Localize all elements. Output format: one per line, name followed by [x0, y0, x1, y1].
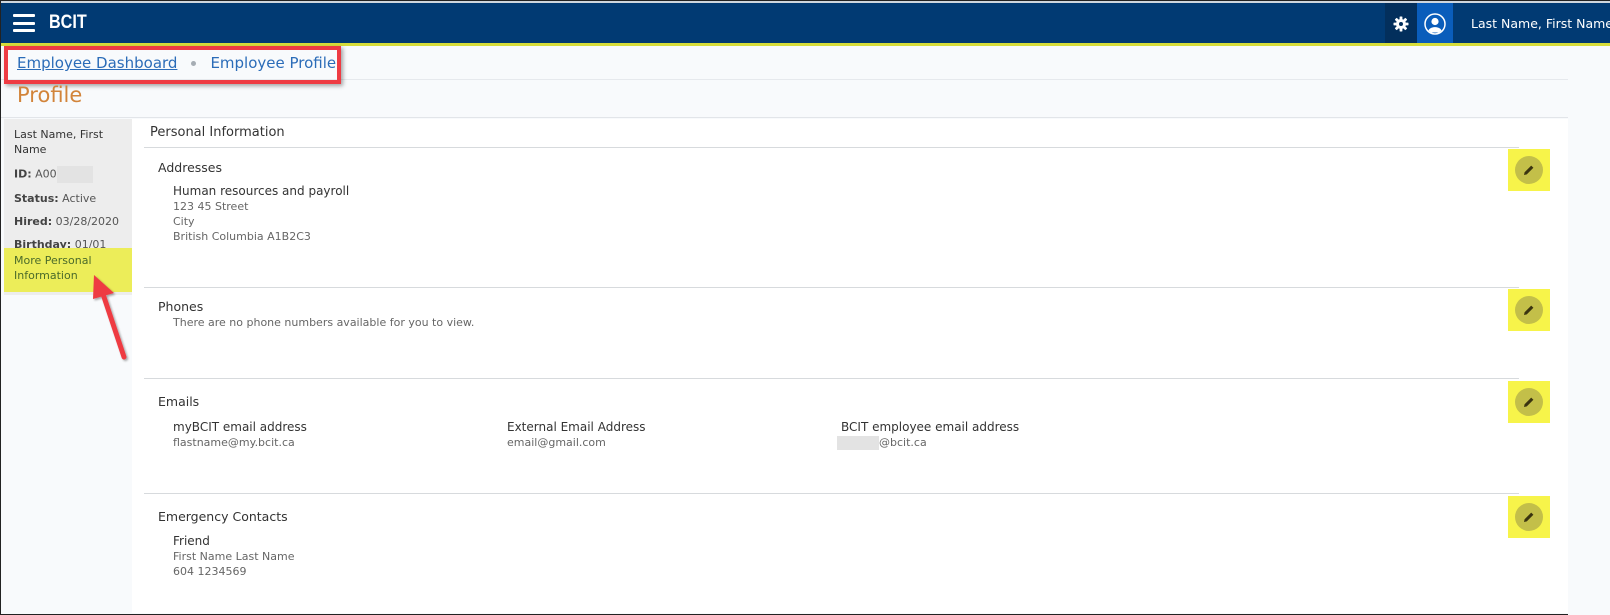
user-menu-button[interactable] — [1417, 3, 1453, 45]
page-right-gutter — [1568, 46, 1610, 615]
phones-title: Phones — [158, 299, 204, 314]
brand-logo[interactable]: BCIT — [49, 12, 87, 34]
edit-emergency-contacts-button[interactable] — [1515, 503, 1543, 531]
breadcrumb-callout-box — [4, 46, 341, 84]
contact-relationship: Friend — [173, 534, 210, 548]
emergency-contacts-title: Emergency Contacts — [158, 509, 288, 524]
phones-empty-message: There are no phone numbers available for… — [173, 316, 475, 329]
edit-phones-highlight — [1508, 289, 1550, 331]
edit-addresses-button[interactable] — [1515, 156, 1543, 184]
pencil-icon — [1524, 305, 1534, 315]
redacted-email — [837, 435, 879, 450]
email-value-row: @bcit.ca — [837, 435, 1019, 450]
divider — [144, 147, 1519, 148]
edit-emails-button[interactable] — [1515, 388, 1543, 416]
top-navigation-bar: BCIT Last Name, First Name — [1, 1, 1610, 45]
gear-icon — [1393, 16, 1409, 32]
divider — [144, 493, 1519, 494]
edit-addresses-highlight — [1508, 149, 1550, 191]
personal-information-panel: Personal Information Addresses Human res… — [132, 119, 1568, 613]
address-line: British Columbia A1B2C3 — [173, 230, 311, 243]
address-entry: Human resources and payroll 123 45 Stree… — [173, 184, 349, 244]
emails-title: Emails — [158, 394, 200, 409]
section-title: Personal Information — [150, 125, 285, 140]
hired-value: 03/28/2020 — [55, 215, 120, 228]
email-value: email@gmail.com — [507, 436, 606, 449]
emergency-contact-entry: Friend First Name Last Name 604 1234569 — [173, 534, 294, 579]
divider — [144, 378, 1519, 379]
hired-label: Hired: — [14, 215, 53, 228]
email-label: External Email Address — [507, 420, 646, 434]
employee-id: ID: A00 — [14, 166, 122, 183]
email-entry: myBCIT email address flastname@my.bcit.c… — [173, 420, 307, 450]
redacted-id — [56, 166, 93, 183]
callout-arrow-icon — [93, 275, 127, 360]
status-label: Status: — [14, 192, 59, 205]
email-value: @bcit.ca — [879, 436, 927, 449]
email-entry: External Email Address email@gmail.com — [507, 420, 646, 450]
id-value: A00 — [35, 167, 57, 181]
pencil-icon — [1524, 512, 1534, 522]
user-avatar-icon — [1424, 13, 1446, 35]
contact-name: First Name Last Name — [173, 550, 295, 563]
email-entry: BCIT employee email address @bcit.ca — [837, 420, 1020, 450]
email-label: BCIT employee email address — [841, 420, 1020, 434]
address-line: 123 45 Street — [173, 200, 249, 213]
edit-emergency-contacts-highlight — [1508, 496, 1550, 538]
pencil-icon — [1524, 397, 1534, 407]
addresses-title: Addresses — [158, 160, 222, 175]
title-divider — [1, 117, 1610, 118]
id-label: ID: — [14, 167, 32, 181]
settings-button[interactable] — [1385, 3, 1417, 45]
address-line: City — [173, 215, 195, 228]
email-label: myBCIT email address — [173, 420, 307, 434]
edit-emails-highlight — [1508, 381, 1550, 423]
divider — [144, 287, 1519, 288]
edit-phones-button[interactable] — [1515, 296, 1543, 324]
email-value: flastname@my.bcit.ca — [173, 436, 295, 449]
employee-name: Last Name, First Name — [14, 128, 104, 156]
pencil-icon — [1524, 165, 1534, 175]
page-title: Profile — [17, 83, 83, 107]
address-type: Human resources and payroll — [173, 184, 350, 198]
status-value: Active — [62, 192, 97, 205]
contact-phone: 604 1234569 — [173, 565, 247, 578]
employee-hired: Hired: 03/28/2020 — [14, 215, 122, 229]
user-name-link[interactable]: Last Name, First Name — [1471, 16, 1610, 31]
hamburger-icon[interactable] — [13, 14, 35, 32]
employee-status: Status: Active — [14, 192, 122, 206]
